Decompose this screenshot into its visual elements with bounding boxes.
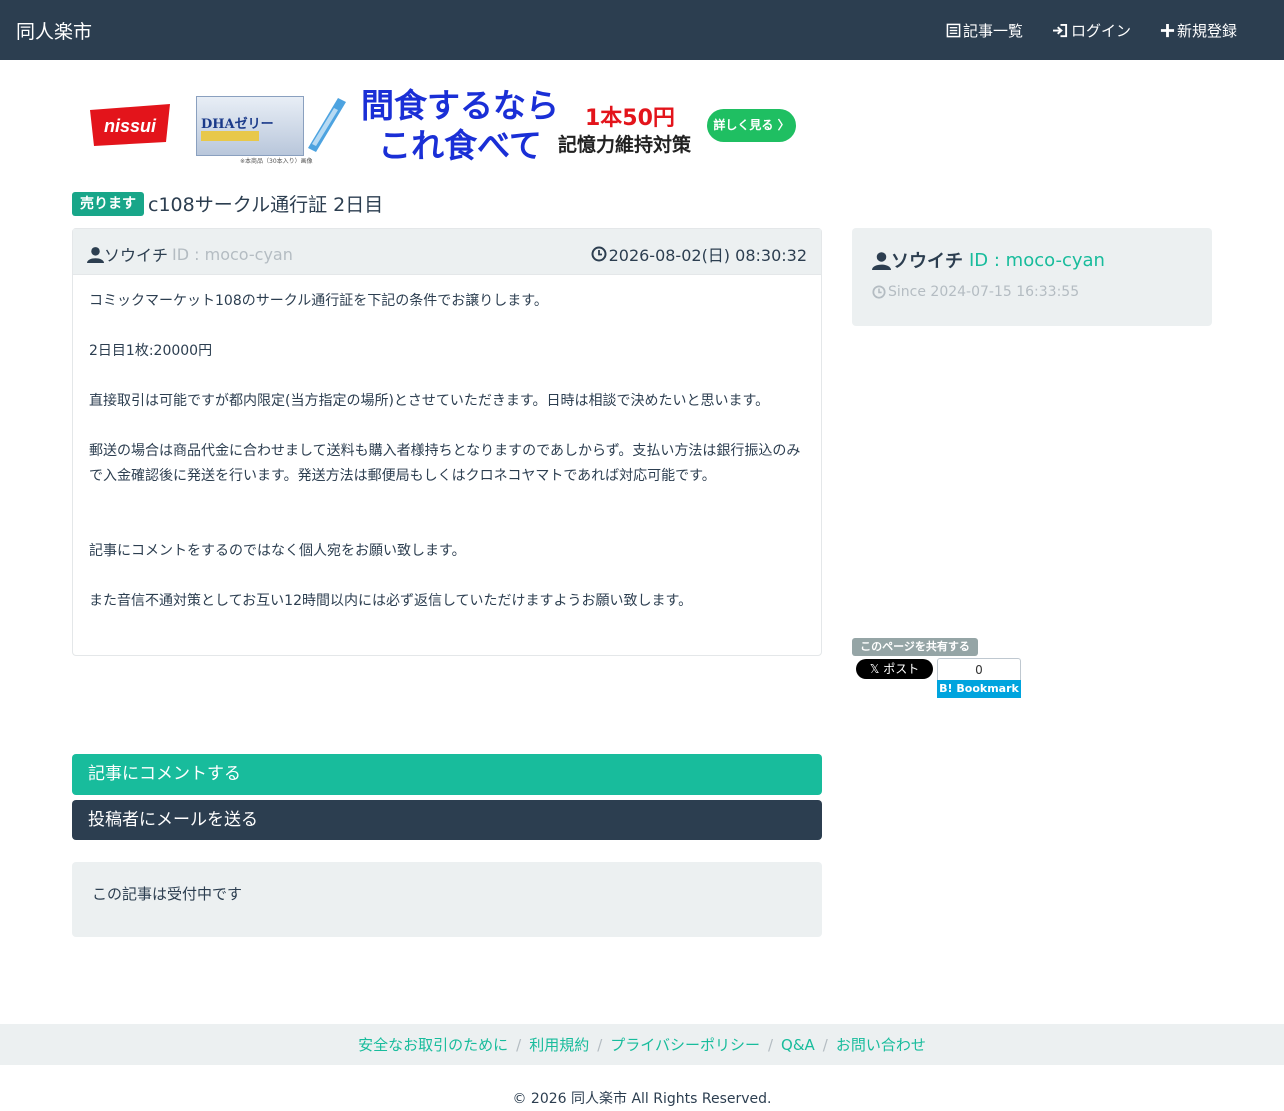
user-icon	[872, 251, 891, 270]
post-date: 2026-08-02(日) 08:30:32	[591, 242, 807, 266]
clock-icon	[872, 285, 886, 299]
sell-label: 売ります	[72, 191, 144, 216]
ad-price: 1本50円	[585, 106, 675, 131]
post-body-paragraph: 記事にコメントをするのではなく個人宛をお願い致します。	[89, 543, 466, 559]
profile-since-text: Since 2024-07-15 16:33:55	[888, 284, 1080, 300]
post-body-paragraph: 直接取引は可能ですが都内限定(当方指定の場所)とさせていただきます。日時は相談で…	[89, 393, 770, 409]
ad-subheadline: 記憶力維持対策	[558, 134, 692, 156]
profile-name-text[interactable]: ソウイチ	[891, 247, 963, 273]
post-panel: ソウイチ ID : moco-cyan 2026-08-02(日) 08:30:…	[72, 228, 822, 656]
footer-links: 安全なお取引のために / 利用規約 / プライバシーポリシー / Q&A / お…	[0, 1024, 1284, 1065]
footer-separator: /	[516, 1035, 522, 1054]
footer-link-faq[interactable]: Q&A	[781, 1036, 815, 1054]
clock-icon	[591, 246, 607, 262]
post-body: コミックマーケット108のサークル通行証を下記の条件でお譲りします。 2日目1枚…	[89, 289, 809, 614]
footer-separator: /	[822, 1035, 828, 1054]
profile-since: Since 2024-07-15 16:33:55	[872, 284, 1079, 300]
profile-name: ソウイチ ID : moco-cyan	[872, 247, 1105, 273]
footer-link-privacy[interactable]: プライバシーポリシー	[610, 1034, 760, 1055]
nav-login-label: ログイン	[1071, 22, 1132, 40]
product-image: DHAゼリー	[196, 96, 304, 156]
post-status-box: この記事は受付中です	[72, 862, 822, 937]
ad-cta-button[interactable]: 詳しく見る 〉	[707, 109, 796, 142]
post-title-text: c108サークル通行証 2日目	[148, 194, 384, 216]
jelly-stick-image	[308, 98, 346, 152]
login-icon	[1053, 23, 1068, 38]
post-author: ソウイチ ID : moco-cyan	[87, 242, 293, 266]
plus-icon	[1160, 23, 1175, 38]
nav-login[interactable]: ログイン	[1052, 20, 1131, 41]
footer-link-contact[interactable]: お問い合わせ	[836, 1034, 926, 1055]
author-profile-card: ソウイチ ID : moco-cyan Since 2024-07-15 16:…	[852, 228, 1212, 326]
hatena-bookmark-count: 0	[937, 658, 1021, 680]
post-author-id: ID : moco-cyan	[172, 244, 293, 264]
nav-register[interactable]: 新規登録	[1160, 20, 1237, 41]
send-mail-button[interactable]: 投稿者にメールを送る	[72, 800, 822, 840]
post-author-name[interactable]: ソウイチ	[104, 242, 168, 266]
x-post-button[interactable]: 𝕏 ポスト	[856, 659, 933, 679]
nav-register-label: 新規登録	[1177, 22, 1238, 40]
ad-banner[interactable]: nissui DHAゼリー ※本商品（30本入り）画像 間食するなら これ食べて…	[80, 86, 800, 166]
nav-article-list-label: 記事一覧	[963, 22, 1024, 40]
footer-separator: /	[597, 1035, 603, 1054]
ad-headline-line2: これ食べて	[378, 126, 542, 165]
site-brand[interactable]: 同人楽市	[16, 17, 92, 44]
post-body-paragraph: また音信不通対策としてお互い12時間以内には必ず返信していただけますようお願い致…	[89, 593, 693, 609]
user-icon	[87, 246, 104, 263]
copyright: © 2026 同人楽市 All Rights Reserved.	[512, 1091, 772, 1107]
post-body-paragraph: コミックマーケット108のサークル通行証を下記の条件でお譲りします。	[89, 293, 548, 309]
post-status-text: この記事は受付中です	[92, 885, 243, 903]
product-label: DHAゼリー	[201, 117, 274, 132]
list-icon	[946, 23, 961, 38]
nissui-logo-text: nissui	[104, 116, 157, 136]
post-body-paragraph: 郵送の場合は商品代金に合わせまして送料も購入者様持ちとなりますのであしからず。支…	[89, 443, 801, 484]
comment-button[interactable]: 記事にコメントする	[72, 754, 822, 795]
profile-id[interactable]: ID : moco-cyan	[969, 250, 1105, 271]
post-body-paragraph: 2日目1枚:20000円	[89, 343, 213, 359]
post-date-text: 2026-08-02(日) 08:30:32	[608, 246, 807, 265]
post-title: 売ります c108サークル通行証 2日目	[72, 190, 383, 217]
nissui-logo: nissui	[90, 104, 170, 146]
footer-link-terms[interactable]: 利用規約	[529, 1034, 589, 1055]
footer-separator: /	[767, 1035, 774, 1054]
share-label: このページを共有する	[852, 638, 978, 656]
ad-note: ※本商品（30本入り）画像	[240, 158, 313, 165]
nav-article-list[interactable]: 記事一覧	[946, 20, 1023, 41]
ad-headline: 間食するなら これ食べて	[360, 86, 560, 166]
post-panel-header: ソウイチ ID : moco-cyan 2026-08-02(日) 08:30:…	[73, 229, 821, 275]
ad-headline-line1: 間食するなら	[361, 86, 559, 125]
product-stripe	[201, 131, 259, 141]
hatena-bookmark-button[interactable]: B! Bookmark	[937, 680, 1021, 698]
footer-link-safety[interactable]: 安全なお取引のために	[358, 1034, 508, 1055]
top-navbar: 同人楽市 記事一覧 ログイン 新規登録	[0, 0, 1284, 60]
